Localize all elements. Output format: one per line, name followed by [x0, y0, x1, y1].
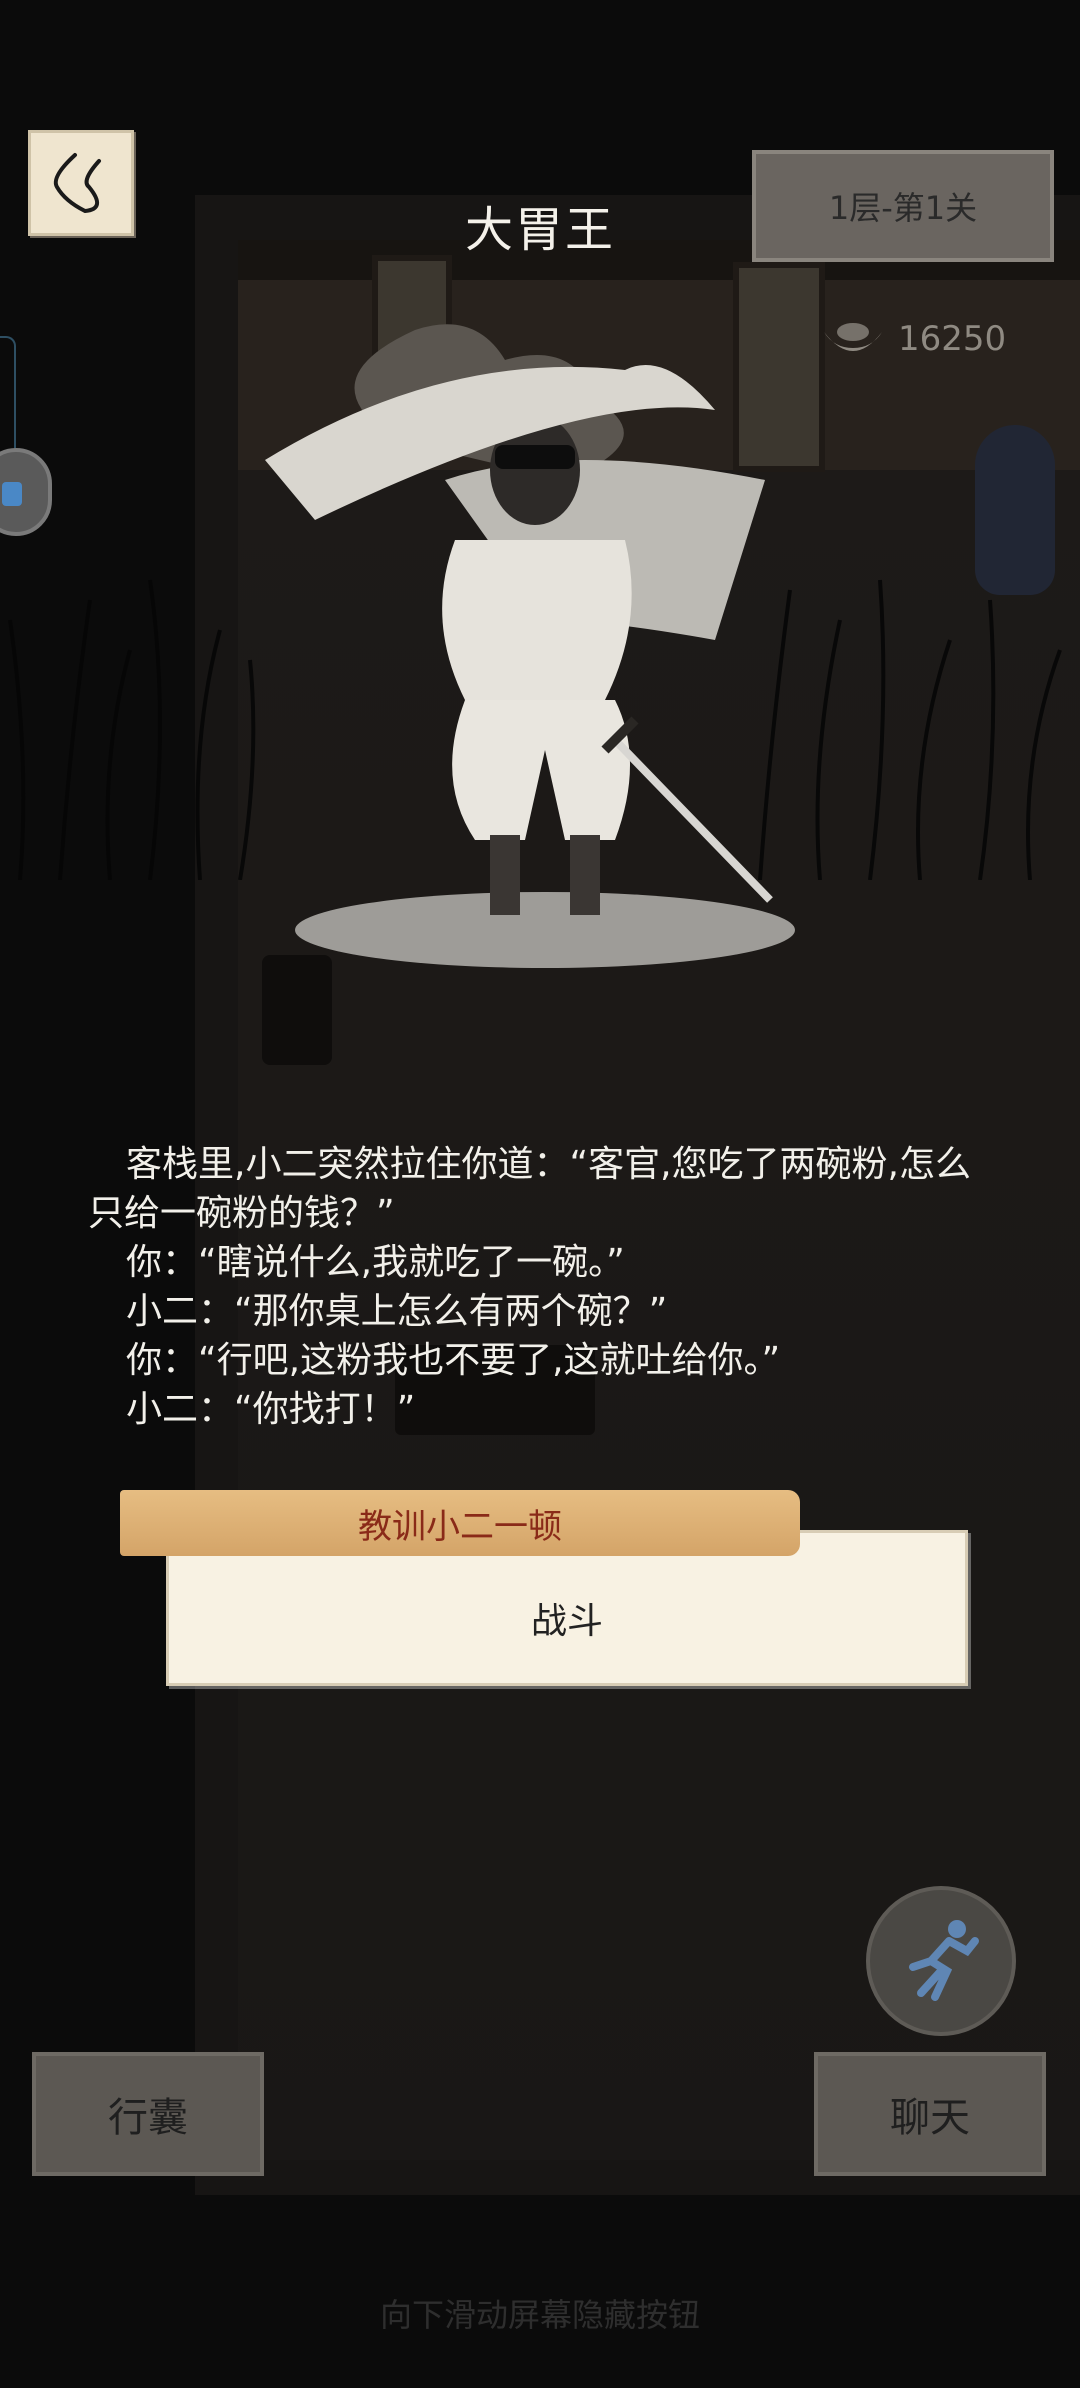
level-indicator: 1层-第1关	[752, 150, 1054, 262]
story-text: 客栈里,小二突然拉住你道：“客官,您吃了两碗粉,怎么 只给一碗粉的钱？” 你：“…	[88, 1140, 1040, 1434]
story-line: 小二：“那你桌上怎么有两个碗？”	[90, 1291, 668, 1332]
bag-button-label: 行囊	[108, 2095, 188, 2141]
choice-title: 教训小二一顿	[120, 1490, 800, 1556]
silver-ingot-icon	[824, 323, 882, 351]
story-line: 小二：“你找打！”	[90, 1389, 416, 1430]
story-line: 你：“瞎说什么,我就吃了一碗。”	[90, 1242, 625, 1283]
shop-sign	[345, 340, 435, 396]
running-man-icon	[909, 1920, 979, 2001]
hide-buttons-hint: 向下滑动屏幕隐藏按钮	[379, 2296, 700, 2334]
run-button[interactable]	[866, 1886, 1016, 2036]
story-line: 客栈里,小二突然拉住你道：“客官,您吃了两碗粉,怎么	[90, 1144, 971, 1185]
currency-amount: 16250	[898, 319, 1007, 359]
chat-button-label: 聊天	[890, 2095, 970, 2141]
currency-display: 16250	[820, 318, 1006, 360]
chat-button[interactable]: 聊天	[814, 2052, 1046, 2176]
fight-choice-label: 战斗	[530, 1601, 603, 1642]
bag-button[interactable]: 行囊	[32, 2052, 264, 2176]
story-line: 只给一碗粉的钱？”	[88, 1193, 395, 1234]
swordsman-character	[265, 324, 795, 968]
story-line: 你：“行吧,这粉我也不要了,这就吐给你。”	[90, 1340, 781, 1381]
